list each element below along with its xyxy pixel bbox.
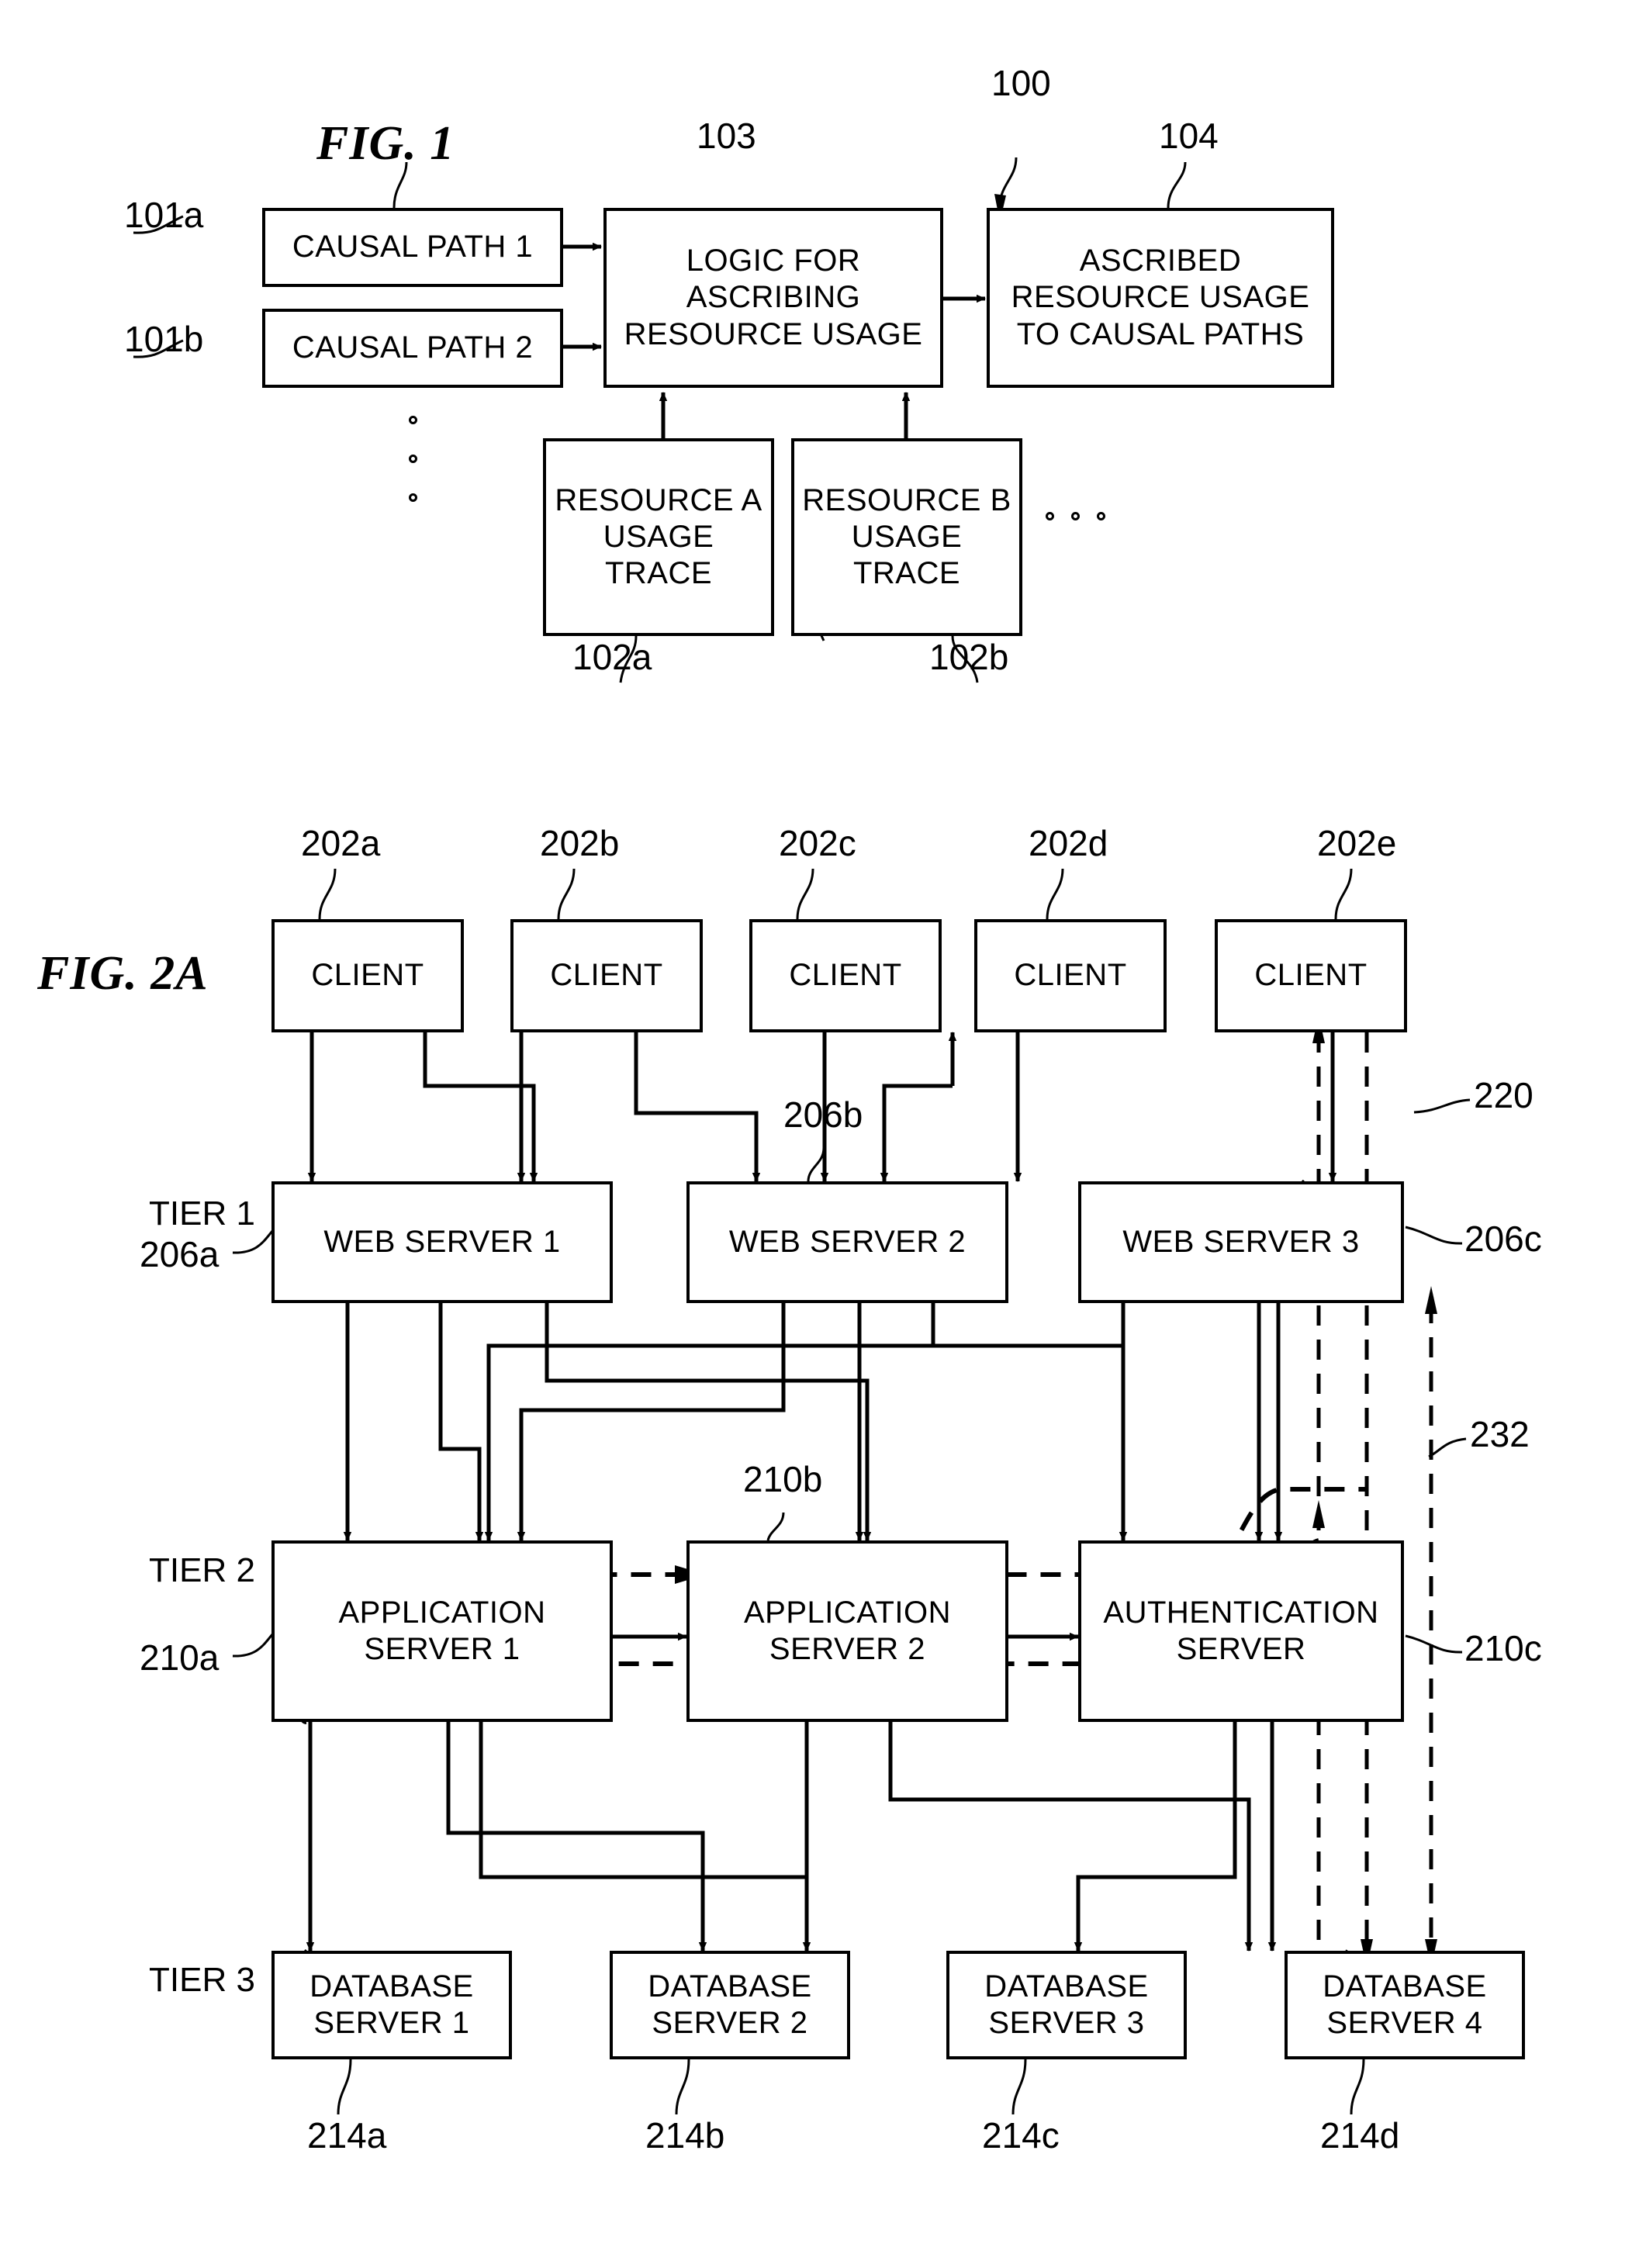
resource-b-line-3: TRACE bbox=[852, 556, 961, 591]
client-label: CLIENT bbox=[550, 958, 663, 993]
resource-a-line-3: TRACE bbox=[604, 556, 713, 591]
ref-210c: 210c bbox=[1464, 1628, 1542, 1668]
database-server-4-line-2: SERVER 4 bbox=[1326, 2006, 1483, 2040]
authentication-server-box: AUTHENTICATION SERVER bbox=[1078, 1540, 1404, 1722]
ref-206b: 206b bbox=[783, 1094, 863, 1135]
database-server-1-line-2: SERVER 1 bbox=[313, 2006, 470, 2040]
ref-232: 232 bbox=[1470, 1414, 1530, 1454]
client-label: CLIENT bbox=[789, 958, 902, 993]
ref-210b: 210b bbox=[743, 1459, 823, 1499]
database-server-3-line-2: SERVER 3 bbox=[988, 2006, 1145, 2040]
ref-100: 100 bbox=[991, 63, 1051, 103]
database-server-2-box: DATABASE SERVER 2 bbox=[610, 1951, 850, 2059]
causal-path-2-label: CAUSAL PATH 2 bbox=[292, 330, 534, 365]
ascribed-resource-usage-box: ASCRIBED RESOURCE USAGE TO CAUSAL PATHS bbox=[987, 208, 1334, 388]
web-server-1-box: WEB SERVER 1 bbox=[271, 1181, 613, 1303]
ref-202a: 202a bbox=[301, 823, 381, 863]
ref-102b: 102b bbox=[929, 637, 1009, 677]
tier-2-label: TIER 2 bbox=[149, 1551, 255, 1589]
vertical-ellipsis-dot-3 bbox=[409, 493, 417, 502]
client-label: CLIENT bbox=[1014, 958, 1127, 993]
ref-202b: 202b bbox=[540, 823, 620, 863]
logic-line-2: ASCRIBING bbox=[686, 280, 861, 315]
resource-b-line-2: USAGE bbox=[851, 519, 963, 554]
application-server-1-box: APPLICATION SERVER 1 bbox=[271, 1540, 613, 1722]
ref-214d: 214d bbox=[1320, 2115, 1400, 2156]
tier-1-label: TIER 1 bbox=[149, 1195, 255, 1233]
database-server-3-box: DATABASE SERVER 3 bbox=[946, 1951, 1187, 2059]
figure-2a-title: FIG. 2A bbox=[37, 947, 209, 1000]
database-server-4-line-1: DATABASE bbox=[1323, 1969, 1487, 2004]
resource-a-usage-trace-box: RESOURCE A USAGE TRACE bbox=[543, 438, 774, 636]
web-server-3-box: WEB SERVER 3 bbox=[1078, 1181, 1404, 1303]
application-server-1-line-1: APPLICATION bbox=[338, 1595, 546, 1630]
ref-206a: 206a bbox=[140, 1234, 220, 1274]
causal-path-2-box: CAUSAL PATH 2 bbox=[262, 309, 563, 388]
database-server-1-box: DATABASE SERVER 1 bbox=[271, 1951, 512, 2059]
vertical-ellipsis-dot-2 bbox=[409, 455, 417, 463]
ref-214c: 214c bbox=[982, 2115, 1060, 2156]
web-server-1-label: WEB SERVER 1 bbox=[323, 1224, 561, 1259]
database-server-2-line-2: SERVER 2 bbox=[652, 2006, 808, 2040]
horizontal-ellipsis bbox=[1046, 512, 1105, 520]
client-label: CLIENT bbox=[311, 958, 424, 993]
causal-path-1-label: CAUSAL PATH 1 bbox=[292, 230, 534, 264]
patent-drawing-sheet: FIG. 1 101a 101b 103 100 104 102a 102b C… bbox=[0, 0, 1639, 2268]
ascribed-line-2: RESOURCE USAGE bbox=[1011, 280, 1310, 315]
ref-210a: 210a bbox=[140, 1637, 220, 1678]
ref-101a: 101a bbox=[124, 195, 204, 235]
ref-214b: 214b bbox=[645, 2115, 725, 2156]
client-box-202e: CLIENT bbox=[1215, 919, 1407, 1032]
ascribed-line-3: TO CAUSAL PATHS bbox=[1016, 316, 1305, 351]
ref-206c: 206c bbox=[1464, 1219, 1542, 1259]
authentication-server-line-1: AUTHENTICATION bbox=[1103, 1595, 1379, 1630]
database-server-4-box: DATABASE SERVER 4 bbox=[1285, 1951, 1525, 2059]
ref-202e: 202e bbox=[1317, 823, 1397, 863]
application-server-2-line-2: SERVER 2 bbox=[769, 1632, 926, 1666]
client-label: CLIENT bbox=[1254, 958, 1368, 993]
web-server-2-box: WEB SERVER 2 bbox=[686, 1181, 1008, 1303]
client-box-202d: CLIENT bbox=[974, 919, 1167, 1032]
application-server-2-line-1: APPLICATION bbox=[743, 1595, 952, 1630]
logic-for-ascribing-resource-usage-box: LOGIC FOR ASCRIBING RESOURCE USAGE bbox=[603, 208, 943, 388]
ref-101b: 101b bbox=[124, 319, 204, 359]
resource-b-line-1: RESOURCE B bbox=[802, 482, 1011, 517]
database-server-3-line-1: DATABASE bbox=[984, 1969, 1149, 2004]
web-server-3-label: WEB SERVER 3 bbox=[1122, 1224, 1360, 1259]
ref-220: 220 bbox=[1474, 1075, 1534, 1115]
authentication-server-line-2: SERVER bbox=[1176, 1632, 1306, 1666]
logic-line-1: LOGIC FOR bbox=[686, 244, 861, 278]
ref-202c: 202c bbox=[779, 823, 856, 863]
ref-102a: 102a bbox=[572, 637, 652, 677]
resource-a-line-2: USAGE bbox=[603, 519, 714, 554]
ascribed-line-1: ASCRIBED bbox=[1079, 244, 1242, 278]
resource-b-usage-trace-box: RESOURCE B USAGE TRACE bbox=[791, 438, 1022, 636]
ref-103: 103 bbox=[697, 116, 756, 156]
client-box-202a: CLIENT bbox=[271, 919, 464, 1032]
tier-3-label: TIER 3 bbox=[149, 1961, 255, 1999]
client-box-202b: CLIENT bbox=[510, 919, 703, 1032]
database-server-2-line-1: DATABASE bbox=[648, 1969, 812, 2004]
causal-path-1-box: CAUSAL PATH 1 bbox=[262, 208, 563, 287]
ref-214a: 214a bbox=[307, 2115, 387, 2156]
ref-104: 104 bbox=[1159, 116, 1219, 156]
figure-1-title: FIG. 1 bbox=[316, 117, 455, 170]
ref-202d: 202d bbox=[1029, 823, 1108, 863]
resource-a-line-1: RESOURCE A bbox=[555, 482, 762, 517]
vertical-ellipsis-dot-1 bbox=[409, 416, 417, 424]
logic-line-3: RESOURCE USAGE bbox=[624, 316, 923, 351]
client-box-202c: CLIENT bbox=[749, 919, 942, 1032]
web-server-2-label: WEB SERVER 2 bbox=[728, 1224, 966, 1259]
application-server-1-line-2: SERVER 1 bbox=[364, 1632, 520, 1666]
database-server-1-line-1: DATABASE bbox=[309, 1969, 474, 2004]
application-server-2-box: APPLICATION SERVER 2 bbox=[686, 1540, 1008, 1722]
